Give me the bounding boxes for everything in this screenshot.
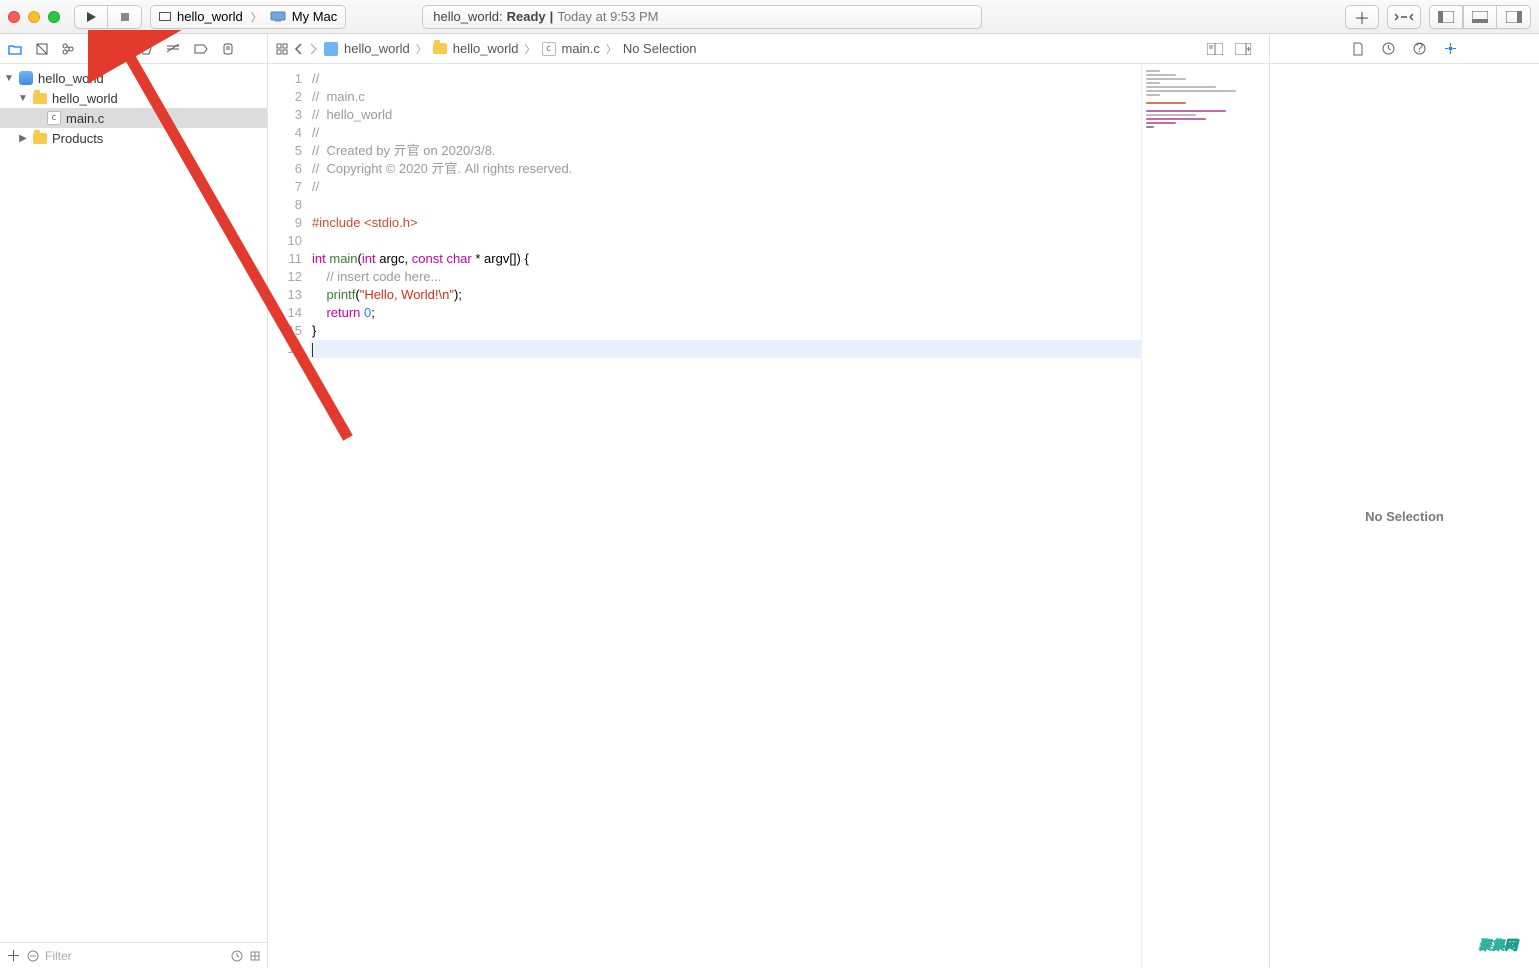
inspector-selector: ?	[1269, 34, 1539, 63]
history-inspector-icon[interactable]	[1382, 42, 1395, 55]
svg-text:?: ?	[1416, 42, 1423, 55]
back-button[interactable]	[294, 43, 303, 55]
tree-folder-row[interactable]: ▶ Products	[0, 128, 267, 148]
scm-filter-icon[interactable]	[249, 950, 261, 962]
main-area: ▼ hello_world ▼ hello_world c main.c ▶ P…	[0, 64, 1539, 968]
inspector-empty-text: No Selection	[1365, 509, 1444, 524]
close-window-button[interactable]	[8, 11, 20, 23]
editor-split-icon[interactable]	[1207, 43, 1223, 55]
source-control-navigator-icon[interactable]	[36, 43, 48, 55]
watermark-text-2: 网	[1504, 937, 1517, 952]
disclosure-open-icon[interactable]: ▼	[4, 73, 14, 84]
status-project: hello_world:	[433, 9, 502, 24]
tree-label: hello_world	[38, 71, 104, 86]
help-inspector-icon[interactable]: ?	[1413, 42, 1426, 55]
filter-input[interactable]	[45, 949, 225, 963]
window-controls	[8, 11, 60, 23]
chevron-right-icon: 〉	[251, 9, 262, 25]
tree-file-row[interactable]: c main.c	[0, 108, 267, 128]
chevron-icon: 〉	[525, 41, 536, 57]
source-editor[interactable]: 12345678910111213141516 //// main.c// he…	[268, 64, 1141, 968]
symbol-navigator-icon[interactable]	[62, 43, 74, 55]
scheme-icon	[159, 12, 171, 21]
project-icon	[19, 71, 33, 85]
status-time: Today at 9:53 PM	[557, 9, 658, 24]
disclosure-open-icon[interactable]: ▼	[18, 93, 28, 104]
add-icon[interactable]: ＋	[6, 945, 21, 966]
device-icon	[270, 11, 286, 22]
folder-icon	[433, 43, 447, 54]
test-navigator-icon[interactable]	[140, 43, 152, 55]
chevron-icon: 〉	[606, 41, 617, 57]
code-review-button[interactable]	[1387, 5, 1421, 29]
cfile-icon: c	[542, 42, 556, 56]
watermark: 聚集网	[1478, 924, 1517, 956]
chevron-icon: 〉	[416, 41, 427, 57]
editor-area: 12345678910111213141516 //// main.c// he…	[268, 64, 1269, 968]
tree-label: main.c	[66, 111, 104, 126]
jump-part-1[interactable]: hello_world	[453, 41, 519, 56]
project-tree[interactable]: ▼ hello_world ▼ hello_world c main.c ▶ P…	[0, 64, 267, 942]
scheme-selector[interactable]: hello_world 〉 My Mac	[150, 5, 346, 29]
project-navigator-icon[interactable]	[8, 43, 22, 55]
toggle-navigator-button[interactable]	[1429, 5, 1463, 29]
file-inspector-icon[interactable]	[1352, 42, 1364, 56]
disclosure-closed-icon[interactable]: ▶	[18, 133, 28, 144]
attributes-inspector-icon[interactable]	[1444, 42, 1457, 55]
watermark-text-1: 聚集	[1478, 937, 1504, 952]
jump-part-2[interactable]: main.c	[562, 41, 600, 56]
add-button[interactable]: ＋	[1345, 5, 1379, 29]
status-state: Ready	[507, 9, 546, 24]
sub-toolbar: hello_world 〉 hello_world 〉 c main.c 〉 N…	[0, 34, 1539, 64]
minimize-window-button[interactable]	[28, 11, 40, 23]
toggle-inspector-button[interactable]	[1497, 5, 1531, 29]
minimap[interactable]	[1141, 64, 1269, 968]
zoom-window-button[interactable]	[48, 11, 60, 23]
tree-project-row[interactable]: ▼ hello_world	[0, 68, 267, 88]
line-gutter: 12345678910111213141516	[268, 64, 310, 968]
status-sep: |	[550, 9, 554, 24]
filter-bar: ＋	[0, 942, 267, 968]
scheme-name: hello_world	[177, 9, 243, 24]
filter-scope-icon[interactable]	[27, 950, 39, 962]
navigator-selector	[0, 34, 268, 63]
forward-button[interactable]	[309, 43, 318, 55]
jump-part-0[interactable]: hello_world	[344, 41, 410, 56]
activity-status: hello_world: Ready | Today at 9:53 PM	[422, 5, 982, 29]
stop-button[interactable]	[108, 5, 142, 29]
debug-navigator-icon[interactable]	[166, 44, 180, 54]
report-navigator-icon[interactable]	[222, 43, 234, 55]
main-toolbar: hello_world 〉 My Mac hello_world: Ready …	[0, 0, 1539, 34]
breakpoint-navigator-icon[interactable]	[194, 44, 208, 54]
tree-folder-row[interactable]: ▼ hello_world	[0, 88, 267, 108]
jump-part-3[interactable]: No Selection	[623, 41, 697, 56]
recent-filter-icon[interactable]	[231, 950, 243, 962]
run-button[interactable]	[74, 5, 108, 29]
folder-icon	[33, 133, 47, 144]
add-editor-icon[interactable]	[1235, 43, 1251, 55]
find-navigator-icon[interactable]	[88, 43, 100, 55]
inspector-panel: No Selection	[1269, 64, 1539, 968]
code-area[interactable]: //// main.c// hello_world//// Created by…	[310, 64, 1141, 968]
tree-label: Products	[52, 131, 103, 146]
cfile-icon: c	[47, 111, 61, 125]
destination-name: My Mac	[292, 9, 338, 24]
folder-icon	[33, 93, 47, 104]
navigator-sidebar: ▼ hello_world ▼ hello_world c main.c ▶ P…	[0, 64, 268, 968]
tree-label: hello_world	[52, 91, 118, 106]
toggle-debug-area-button[interactable]	[1463, 5, 1497, 29]
jump-bar[interactable]: hello_world 〉 hello_world 〉 c main.c 〉 N…	[268, 34, 1269, 63]
issue-navigator-icon[interactable]	[114, 43, 126, 55]
related-items-icon[interactable]	[276, 43, 288, 55]
project-icon	[324, 42, 338, 56]
